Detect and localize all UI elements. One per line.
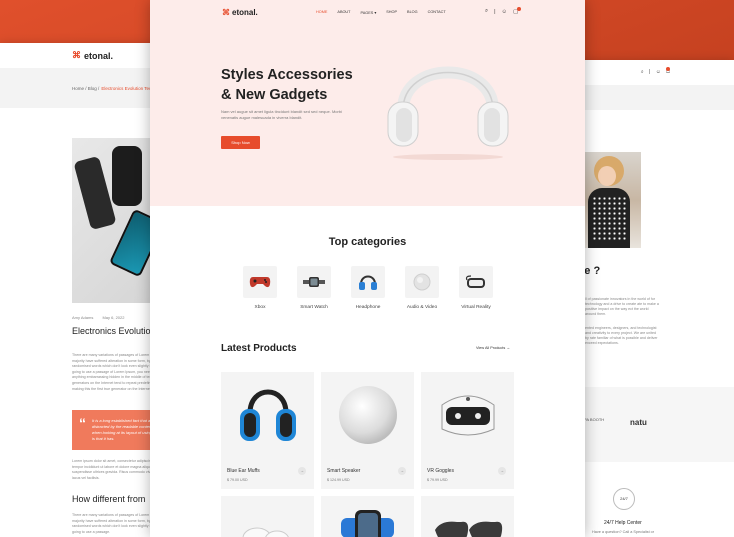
product-price: $ 79.99 USD bbox=[427, 478, 448, 482]
nav-about[interactable]: ABOUT bbox=[337, 10, 350, 15]
ear-muffs-icon bbox=[239, 389, 296, 441]
category-label: Smart Watch bbox=[300, 305, 328, 310]
cart-icon[interactable]: ▢ bbox=[513, 6, 522, 15]
gamepad-icon bbox=[249, 277, 271, 288]
headphones-hero-image bbox=[387, 66, 509, 160]
product-name[interactable]: Smart Speaker bbox=[327, 468, 360, 474]
arrow-right-icon[interactable]: → bbox=[398, 467, 406, 475]
product-name[interactable]: VR Goggles bbox=[427, 468, 454, 474]
hero-title: Styles Accessories & New Gadgets bbox=[221, 67, 353, 103]
main-nav: ⌘ etonal. HOME ABOUT PAGES ▾ SHOP BLOG C… bbox=[150, 0, 585, 25]
breadcrumb-blog[interactable]: Blog bbox=[88, 86, 97, 91]
cart-badge bbox=[666, 67, 670, 71]
vr-goggles-icon bbox=[441, 395, 494, 435]
product-price: $ 124.99 USD bbox=[327, 478, 350, 482]
brand-logo-2: natu bbox=[630, 418, 647, 427]
blog-meta: Amy Adams May 6, 2022 bbox=[72, 315, 132, 320]
about-paragraph-2: ented engineers, designers, and technolo… bbox=[585, 326, 658, 345]
home-page: ⌘ etonal. HOME ABOUT PAGES ▾ SHOP BLOG C… bbox=[150, 0, 585, 537]
hero-section bbox=[150, 0, 585, 206]
blog-subheading: How different from bbox=[72, 494, 146, 504]
nav-contact[interactable]: CONTACT bbox=[428, 10, 446, 15]
blog-date: May 6, 2022 bbox=[102, 315, 125, 320]
about-band bbox=[560, 85, 734, 110]
view-all-products-link[interactable]: View All Products → bbox=[476, 346, 510, 350]
quote-icon: “ bbox=[79, 415, 86, 431]
about-photo bbox=[584, 152, 641, 248]
shop-now-button[interactable]: Shop Now bbox=[221, 136, 260, 149]
categories-list: Xbox Smart Watch Headphone Audio & Video… bbox=[243, 266, 493, 310]
breadcrumb-home[interactable]: Home bbox=[72, 86, 84, 91]
blog-author: Amy Adams bbox=[72, 315, 94, 320]
category-xbox[interactable]: Xbox bbox=[243, 266, 277, 310]
help-center-icon: 24/7 bbox=[613, 488, 635, 510]
product-price: $ 79.00 USD bbox=[227, 478, 248, 482]
earbuds-icon bbox=[242, 527, 289, 537]
gamepad-product-icon bbox=[435, 521, 503, 537]
product-card[interactable] bbox=[421, 496, 514, 537]
brand-strip bbox=[560, 387, 734, 462]
nav-pages[interactable]: PAGES ▾ bbox=[361, 10, 377, 15]
product-card[interactable]: VR Goggles $ 79.99 USD → bbox=[421, 372, 514, 489]
vr-icon bbox=[465, 275, 485, 288]
logo-text: etonal. bbox=[232, 8, 258, 17]
smartwatch-icon bbox=[303, 277, 325, 287]
help-center-subtitle: Have a question? Call a Specialist or bbox=[592, 530, 655, 534]
category-label: Headphone bbox=[355, 305, 381, 310]
product-card[interactable] bbox=[221, 496, 314, 537]
headphone-icon bbox=[359, 275, 377, 290]
category-virtual-reality[interactable]: Virtual Reality bbox=[459, 266, 493, 310]
speaker-icon bbox=[413, 273, 431, 291]
category-headphone[interactable]: Headphone bbox=[351, 266, 385, 310]
user-icon[interactable]: ☺ bbox=[502, 9, 508, 15]
hero-subtitle: Nam vel augue sit amet ligula tincidunt … bbox=[221, 109, 342, 120]
category-smart-watch[interactable]: Smart Watch bbox=[297, 266, 331, 310]
smartwatch-product-icon bbox=[341, 510, 394, 537]
product-grid: Blue Ear Muffs $ 79.00 USD → Smart Speak… bbox=[221, 372, 514, 489]
category-label: Virtual Reality bbox=[461, 305, 491, 310]
logo-icon: ⌘ bbox=[222, 8, 230, 17]
nav-blog[interactable]: BLOG bbox=[407, 10, 418, 15]
product-card[interactable]: Blue Ear Muffs $ 79.00 USD → bbox=[221, 372, 314, 489]
top-categories-title: Top categories bbox=[328, 236, 407, 248]
latest-products-title: Latest Products bbox=[221, 343, 297, 354]
category-audio-video[interactable]: Audio & Video bbox=[405, 266, 439, 310]
category-label: Audio & Video bbox=[406, 305, 438, 310]
help-center-title: 24/7 Help Center bbox=[604, 520, 642, 526]
nav-icons: ⌕ | ☺ ▢ bbox=[485, 6, 522, 15]
about-paragraph-1: ll of passionate innovators in the world… bbox=[585, 297, 659, 316]
product-card[interactable]: Smart Speaker $ 124.99 USD → bbox=[321, 372, 414, 489]
nav-logo[interactable]: ⌘ etonal. bbox=[222, 8, 258, 17]
logo-icon: ⌘ bbox=[72, 50, 81, 60]
brand-logo-1: PA BOOTH bbox=[584, 417, 605, 422]
arrow-right-icon[interactable]: → bbox=[498, 467, 506, 475]
smart-speaker-icon bbox=[338, 385, 397, 444]
product-card[interactable] bbox=[321, 496, 414, 537]
category-label: Xbox bbox=[254, 305, 266, 310]
product-grid-row-2 bbox=[221, 496, 514, 537]
about-header: ⌕ | ☺ ▢ bbox=[560, 60, 734, 85]
product-name[interactable]: Blue Ear Muffs bbox=[227, 468, 260, 474]
nav-home[interactable]: HOME bbox=[316, 10, 327, 15]
nav-divider: | bbox=[494, 8, 496, 15]
nav-shop[interactable]: SHOP bbox=[386, 10, 397, 15]
breadcrumb-current: Electronics Evolution Tec bbox=[101, 85, 152, 91]
arrow-right-icon[interactable]: → bbox=[298, 467, 306, 475]
search-icon[interactable]: ⌕ bbox=[485, 8, 488, 15]
nav-links: HOME ABOUT PAGES ▾ SHOP BLOG CONTACT bbox=[316, 10, 446, 15]
about-page-preview: ⌕ | ☺ ▢ re ? ll of passionate innovators… bbox=[560, 60, 734, 537]
logo-text[interactable]: etonal. bbox=[84, 51, 113, 61]
cart-count-badge bbox=[517, 6, 522, 11]
blog-featured-image bbox=[72, 138, 152, 303]
